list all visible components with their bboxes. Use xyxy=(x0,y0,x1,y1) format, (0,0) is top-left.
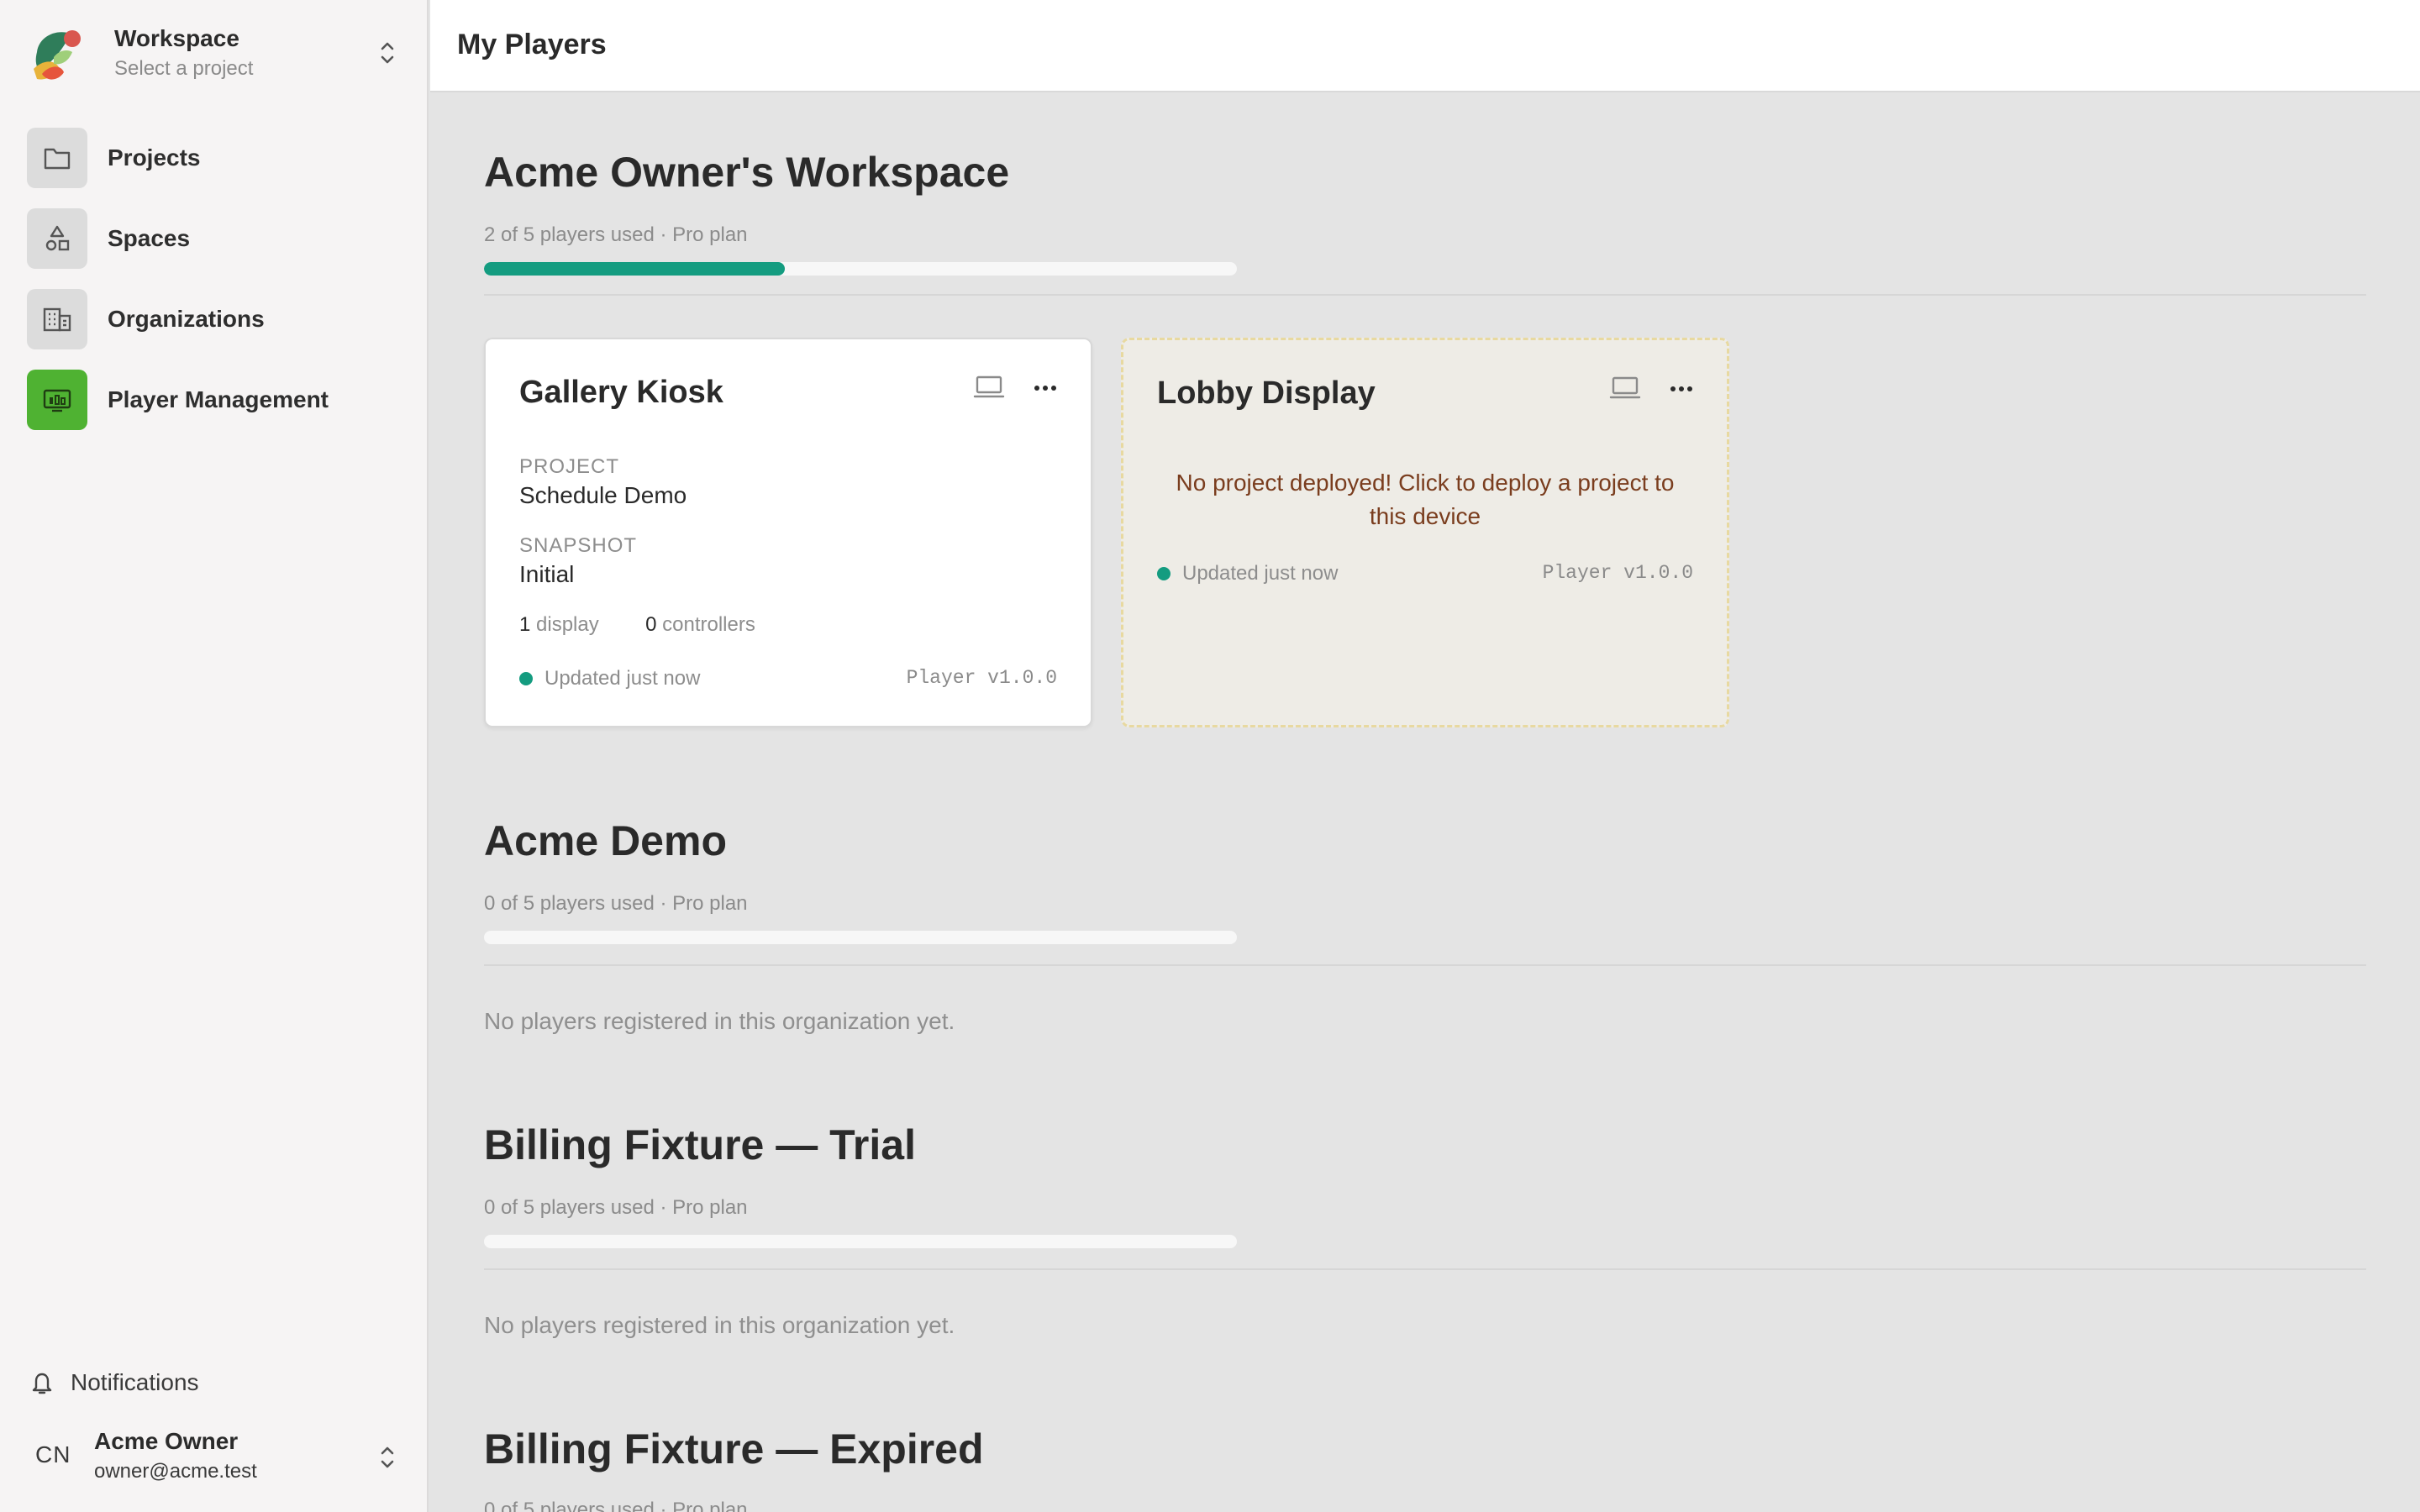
workspace-subtitle: Select a project xyxy=(114,57,254,80)
status-dot-icon xyxy=(1157,567,1171,580)
empty-state-message: No players registered in this organizati… xyxy=(484,1008,955,1034)
building-icon xyxy=(27,289,87,349)
controller-count: 0 xyxy=(645,613,657,636)
player-card-gallery-kiosk[interactable]: Gallery Kiosk PROJECT Schedule Demo SNAP… xyxy=(484,338,1092,727)
player-status: Updated just now xyxy=(519,667,700,690)
org-usage: 0 of 5 players used · Pro plan xyxy=(484,1196,748,1219)
controller-label: controllers xyxy=(662,613,755,636)
user-menu[interactable]: CN Acme Owner owner@acme.test xyxy=(27,1425,403,1492)
laptop-icon[interactable] xyxy=(1609,375,1641,401)
snapshot-label: SNAPSHOT xyxy=(519,534,638,557)
sidebar-item-projects[interactable]: Projects xyxy=(27,128,403,188)
user-email: owner@acme.test xyxy=(94,1460,257,1483)
usage-progress-bar xyxy=(484,1235,1237,1248)
status-dot-icon xyxy=(519,672,533,685)
top-bar: My Players xyxy=(430,0,2420,92)
notifications-label: Notifications xyxy=(71,1369,199,1395)
notifications-button[interactable]: Notifications xyxy=(27,1362,279,1403)
snapshot-value: Initial xyxy=(519,561,575,587)
player-status: Updated just now xyxy=(1157,562,1338,585)
org-title: Billing Fixture — Expired xyxy=(484,1425,984,1473)
laptop-icon[interactable] xyxy=(973,375,1005,400)
player-version: Player v1.0.0 xyxy=(1542,562,1693,584)
deploy-warning[interactable]: No project deployed! Click to deploy a p… xyxy=(1157,466,1693,533)
usage-progress-fill xyxy=(484,262,786,276)
avatar: CN xyxy=(35,1441,71,1467)
sidebar-item-spaces[interactable]: Spaces xyxy=(27,208,403,269)
player-version: Player v1.0.0 xyxy=(906,667,1057,689)
divider xyxy=(484,964,2366,966)
usage-progress-bar xyxy=(484,931,1237,944)
user-name: Acme Owner xyxy=(94,1428,239,1454)
status-text: Updated just now xyxy=(544,667,701,690)
org-title: Acme Owner's Workspace xyxy=(484,149,1010,196)
org-usage: 0 of 5 players used · Pro plan xyxy=(484,892,748,915)
project-value: Schedule Demo xyxy=(519,482,687,508)
display-count: 1 xyxy=(519,613,531,636)
org-usage: 0 of 5 players used · Pro plan xyxy=(484,1499,748,1512)
empty-state-message: No players registered in this organizati… xyxy=(484,1312,955,1338)
more-icon[interactable] xyxy=(1670,384,1693,392)
sidebar-item-label: Spaces xyxy=(108,225,191,251)
org-title: Billing Fixture — Trial xyxy=(484,1121,916,1168)
workspace-logo-icon xyxy=(30,27,84,84)
chevron-updown-icon xyxy=(378,1443,397,1472)
chevron-updown-icon xyxy=(378,39,397,67)
workspace-switcher[interactable]: Workspace Select a project xyxy=(27,22,403,86)
status-text: Updated just now xyxy=(1182,562,1339,585)
project-label: PROJECT xyxy=(519,455,620,478)
org-usage: 2 of 5 players used · Pro plan xyxy=(484,223,748,246)
display-label: display xyxy=(536,613,599,636)
player-icon xyxy=(27,370,87,430)
player-card-lobby-display[interactable]: Lobby Display No project deployed! Click… xyxy=(1121,338,1729,727)
sidebar-item-label: Organizations xyxy=(108,306,265,332)
usage-progress-bar xyxy=(484,262,1237,276)
player-name: Gallery Kiosk xyxy=(519,375,723,410)
org-title: Acme Demo xyxy=(484,817,727,864)
divider xyxy=(484,294,2366,296)
bell-icon xyxy=(30,1371,54,1400)
sidebar-item-label: Projects xyxy=(108,144,201,171)
workspace-title: Workspace xyxy=(114,25,239,51)
sidebar-item-label: Player Management xyxy=(108,386,329,412)
device-counts: 1 display 0 controllers xyxy=(519,613,755,637)
sidebar-item-player-management[interactable]: Player Management xyxy=(27,370,403,430)
player-name: Lobby Display xyxy=(1157,375,1376,411)
sidebar-item-organizations[interactable]: Organizations xyxy=(27,289,403,349)
folder-icon xyxy=(27,128,87,188)
shapes-icon xyxy=(27,208,87,269)
divider xyxy=(484,1268,2366,1270)
more-icon[interactable] xyxy=(1034,383,1057,391)
sidebar: Workspace Select a project Projects Spac… xyxy=(0,0,429,1512)
page-title: My Players xyxy=(457,29,607,60)
